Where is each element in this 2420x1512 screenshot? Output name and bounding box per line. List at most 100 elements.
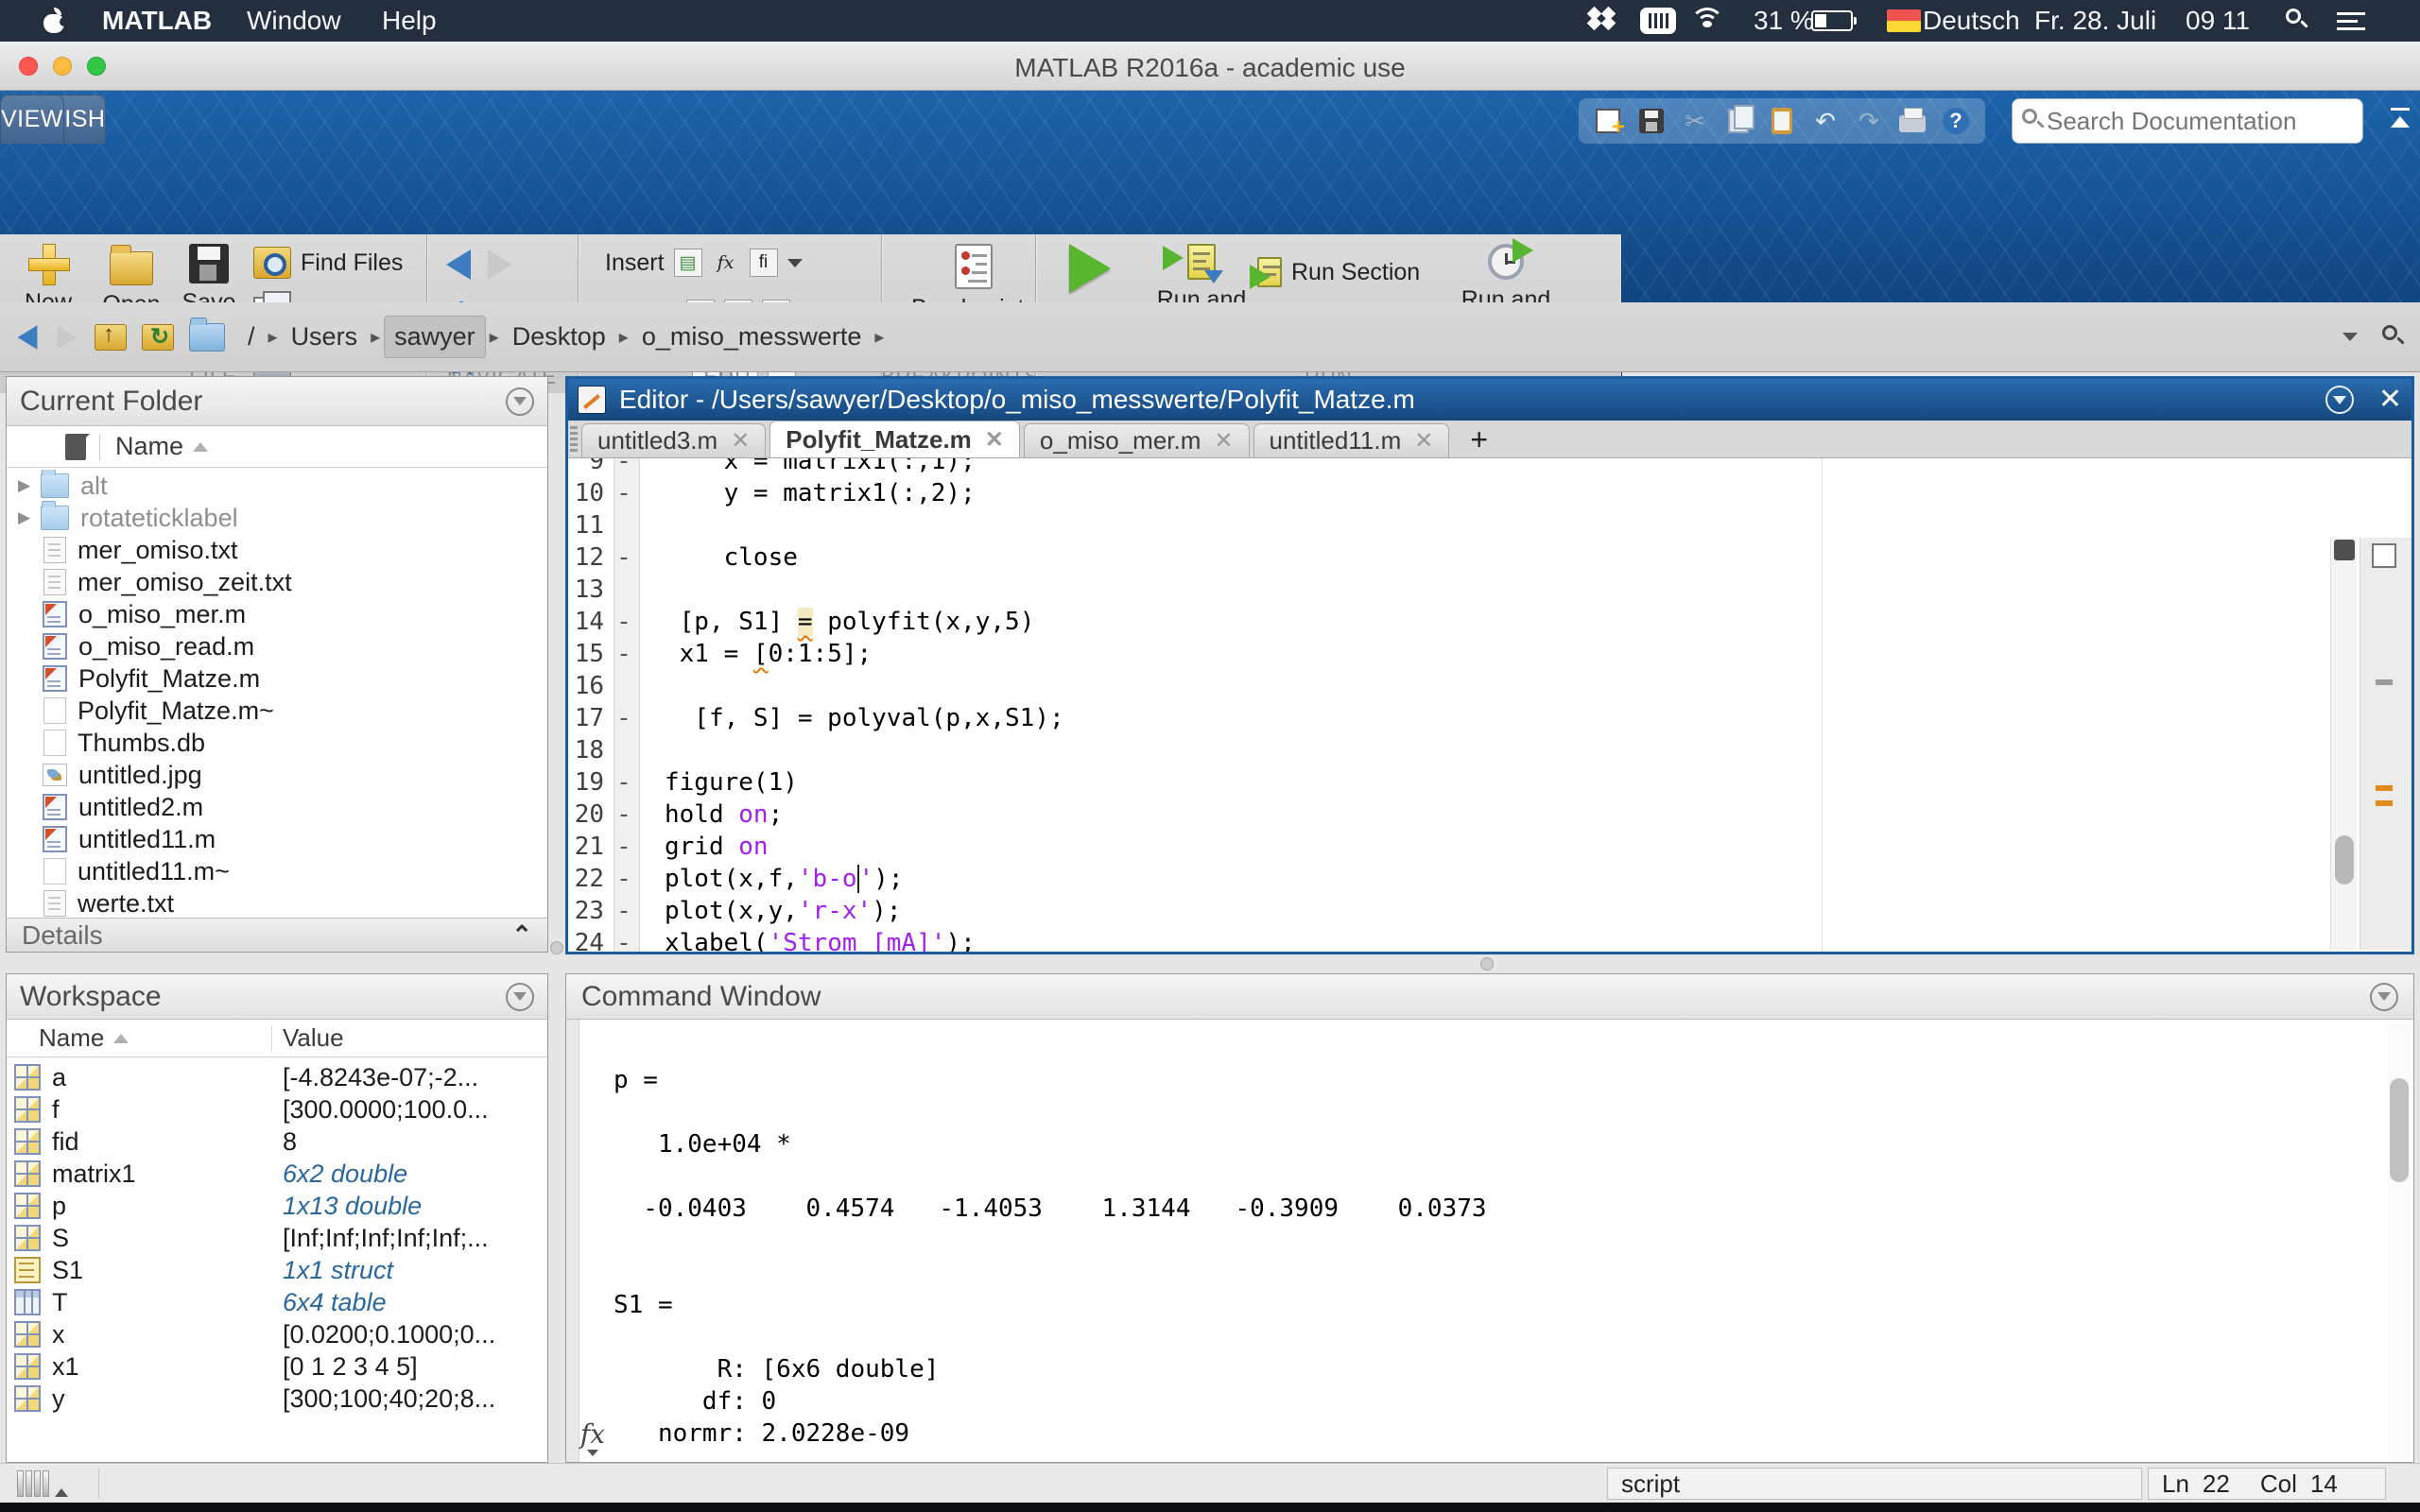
code-line[interactable]: 15- x1 = [0:1:5]; <box>568 638 2411 670</box>
editor-titlebar[interactable]: Editor - /Users/sawyer/Desktop/o_miso_me… <box>568 379 2411 421</box>
redo-icon[interactable]: ↷ <box>1853 105 1885 137</box>
code-line[interactable]: 16 <box>568 670 2411 702</box>
splitter-handle[interactable] <box>550 941 563 954</box>
file-row[interactable]: ▶ alt <box>7 470 547 502</box>
workspace-variable-row[interactable]: p 1x13 double <box>7 1190 547 1222</box>
editor-scrollbar[interactable] <box>2330 538 2357 950</box>
command-window-scrollbar[interactable] <box>2387 1023 2411 1460</box>
workspace-menu-icon[interactable] <box>506 983 534 1011</box>
insert-fi-icon[interactable]: fi <box>750 249 778 277</box>
current-folder-icon[interactable] <box>189 323 225 352</box>
workspace-variable-row[interactable]: S1 1x1 struct <box>7 1254 547 1286</box>
code-editor-area[interactable]: 9- x = matrix1(:,1);10- y = matrix1(:,2)… <box>568 458 2411 952</box>
notification-center-icon[interactable] <box>2337 0 2365 42</box>
editor-tab[interactable]: untitled11.m ✕ <box>1253 423 1450 457</box>
breadcrumb-item[interactable]: o_miso_messwerte <box>632 317 872 357</box>
app-status-icon[interactable] <box>1640 0 1676 42</box>
paste-icon[interactable] <box>1766 105 1798 137</box>
input-language-flag-icon[interactable] <box>1887 0 1921 42</box>
executable-line-marker[interactable]: - <box>610 543 638 572</box>
details-bar[interactable]: Details ⌃ <box>7 918 547 952</box>
code-line[interactable]: 24-xlabel('Strom [mA]'); <box>568 927 2411 952</box>
expand-arrow-icon[interactable]: ▶ <box>18 476 33 495</box>
collapse-details-icon[interactable]: ⌃ <box>511 920 532 950</box>
spotlight-search-icon[interactable] <box>2286 0 2310 42</box>
workspace-variable-row[interactable]: y [300;100;40;20;8... <box>7 1383 547 1415</box>
panel-splitter-horizontal[interactable] <box>1480 957 1494 971</box>
code-line[interactable]: 18 <box>568 734 2411 766</box>
file-row[interactable]: ▶ Thumbs.db <box>7 727 547 759</box>
file-row[interactable]: ▶ werte.txt <box>7 887 547 918</box>
new-tab-button[interactable]: + <box>1453 422 1505 457</box>
executable-line-marker[interactable]: - <box>610 640 638 668</box>
file-row[interactable]: ▶ Polyfit_Matze.m <box>7 662 547 695</box>
wifi-icon[interactable] <box>1690 0 1724 42</box>
executable-line-marker[interactable]: - <box>610 929 638 952</box>
documentation-search-input[interactable] <box>2047 107 2330 136</box>
breadcrumb-item[interactable]: / <box>238 317 265 357</box>
run-section-button[interactable]: Run Section <box>1257 251 1420 293</box>
scrollbar-thumb[interactable] <box>2390 1078 2409 1182</box>
executable-line-marker[interactable]: - <box>610 458 638 475</box>
find-files-button[interactable]: Find Files <box>253 242 403 284</box>
tab-close-icon[interactable]: ✕ <box>731 427 750 455</box>
print-quick-icon[interactable] <box>1896 105 1928 137</box>
editor-tab[interactable]: Polyfit_Matze.m ✕ <box>769 421 1020 457</box>
back-button[interactable] <box>446 249 471 280</box>
insert-fx-icon[interactable]: fx <box>712 249 740 277</box>
file-row[interactable]: ▶ o_miso_read.m <box>7 630 547 662</box>
browse-folder-icon[interactable] <box>142 324 174 351</box>
ribbon-tab[interactable]: VIEW <box>0 94 64 144</box>
menubar-window-menu[interactable]: Window <box>247 6 341 36</box>
file-row[interactable]: ▶ mer_omiso.txt <box>7 534 547 566</box>
code-line[interactable]: 14- [p, S1] = polyfit(x,y,5) <box>568 606 2411 638</box>
executable-line-marker[interactable]: - <box>610 833 638 861</box>
file-row[interactable]: ▶ untitled2.m <box>7 791 547 823</box>
workspace-column-header[interactable]: Name Value <box>7 1020 547 1057</box>
nav-forward-button[interactable] <box>58 325 78 350</box>
workspace-value-header[interactable]: Value <box>283 1023 344 1053</box>
menubar-app-name[interactable]: MATLAB <box>102 6 212 36</box>
nav-back-button[interactable] <box>18 325 38 350</box>
workspace-variable-row[interactable]: fid 8 <box>7 1125 547 1158</box>
executable-line-marker[interactable]: - <box>610 865 638 893</box>
scrollbar-thumb[interactable] <box>2335 835 2354 885</box>
undo-icon[interactable]: ↶ <box>1809 105 1841 137</box>
workspace-variable-row[interactable]: f [300.0000;100.0... <box>7 1093 547 1125</box>
code-line[interactable]: 11 <box>568 509 2411 541</box>
new-script-quick-icon[interactable] <box>1592 105 1624 137</box>
code-line[interactable]: 17- [f, S] = polyval(p,x,S1); <box>568 702 2411 734</box>
address-search-icon[interactable] <box>2382 325 2407 350</box>
code-line[interactable]: 10- y = matrix1(:,2); <box>568 477 2411 509</box>
executable-line-marker[interactable]: - <box>610 800 638 829</box>
code-line[interactable]: 13 <box>568 574 2411 606</box>
analyzer-warning-marker[interactable] <box>2376 785 2393 791</box>
code-line[interactable]: 19-figure(1) <box>568 766 2411 799</box>
code-line[interactable]: 12- close <box>568 541 2411 574</box>
menubar-date[interactable]: Fr. 28. Juli <box>2034 0 2156 42</box>
file-row[interactable]: ▶ rotateticklabel <box>7 502 547 534</box>
forward-button[interactable] <box>488 249 512 280</box>
insert-section-icon[interactable]: ▤ <box>674 249 702 277</box>
command-window-header[interactable]: Command Window <box>566 974 2413 1020</box>
file-row[interactable]: ▶ mer_omiso_zeit.txt <box>7 566 547 598</box>
tab-close-icon[interactable]: ✕ <box>1414 427 1433 455</box>
code-analyzer-status-box[interactable] <box>2372 543 2396 568</box>
input-language-label[interactable]: Deutsch <box>1923 0 2020 42</box>
file-row[interactable]: ▶ o_miso_mer.m <box>7 598 547 630</box>
executable-line-marker[interactable]: - <box>610 704 638 732</box>
layout-button[interactable] <box>17 1470 68 1497</box>
executable-line-marker[interactable]: - <box>610 897 638 925</box>
command-window-output[interactable]: p = 1.0e+04 * -0.0403 0.4574 -1.4053 1.3… <box>614 1064 2357 1450</box>
editor-close-icon[interactable]: ✕ <box>2378 386 2402 414</box>
editor-tab[interactable]: o_miso_mer.m ✕ <box>1024 423 1250 457</box>
cut-icon[interactable]: ✂ <box>1679 105 1711 137</box>
executable-line-marker[interactable]: - <box>610 768 638 797</box>
workspace-variable-row[interactable]: S [Inf;Inf;Inf;Inf;Inf;... <box>7 1222 547 1254</box>
documentation-search[interactable] <box>2012 98 2363 144</box>
battery-percentage[interactable]: 31 % <box>1754 0 1814 42</box>
workspace-variable-row[interactable]: T 6x4 table <box>7 1286 547 1318</box>
current-folder-menu-icon[interactable] <box>506 387 534 416</box>
editor-menu-icon[interactable] <box>2325 386 2354 414</box>
breadcrumb-item[interactable]: Desktop <box>503 317 615 357</box>
